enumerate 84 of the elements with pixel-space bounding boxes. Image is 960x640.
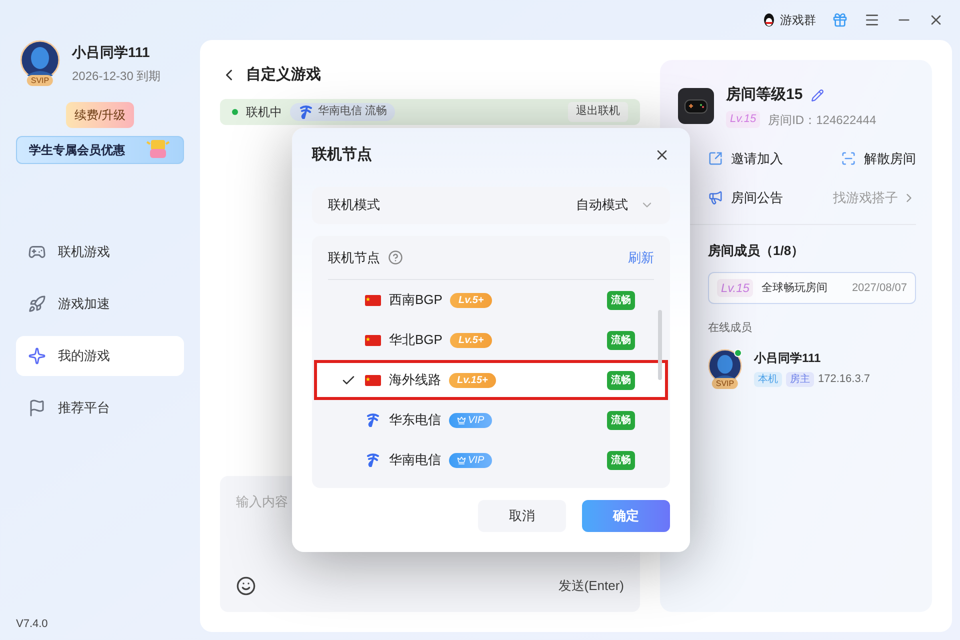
edit-icon[interactable] xyxy=(810,88,824,102)
members-title: 房间成员（1/8） xyxy=(707,242,806,260)
send-button[interactable]: 发送(Enter) xyxy=(558,576,624,596)
help-icon[interactable] xyxy=(388,250,403,265)
node-name: 华北BGP xyxy=(389,331,442,350)
level-badge: Lv.5+ xyxy=(450,332,492,348)
status-text: 联机中 xyxy=(246,104,282,120)
svip-badge: SVIP xyxy=(26,75,54,86)
plan-date: 2027/08/07 xyxy=(852,280,907,296)
exit-button[interactable]: 退出联机 xyxy=(568,102,628,122)
scan-icon xyxy=(841,150,856,166)
page-title: 自定义游戏 xyxy=(246,65,321,85)
renew-button[interactable]: 续费/升级 xyxy=(66,102,134,128)
node-row[interactable]: 华东电信 VIP 流畅 xyxy=(314,400,668,440)
node-chip-text: 华南电信 流畅 xyxy=(318,104,388,120)
gamepad-icon xyxy=(678,88,714,124)
dialog-title: 联机节点 xyxy=(312,145,372,165)
member-tag: 房主 xyxy=(786,372,814,387)
level-badge: Lv.5+ xyxy=(450,292,492,308)
member-ip: 172.16.3.7 xyxy=(818,372,870,388)
node-name: 华东电信 xyxy=(389,411,441,430)
user-name: 小吕同学111 xyxy=(72,42,151,62)
nav-item[interactable]: 游戏加速 xyxy=(16,284,184,324)
nodes-label: 联机节点 xyxy=(328,248,380,266)
node-name: 海外线路 xyxy=(389,371,441,390)
telecom-icon xyxy=(365,412,381,428)
mode-select[interactable]: 联机模式 自动模式 xyxy=(312,186,670,224)
plan-level: Lv.15 xyxy=(717,279,754,297)
crown-icon xyxy=(457,456,466,464)
invite-link[interactable]: 邀请加入 xyxy=(731,148,783,168)
mode-value: 自动模式 xyxy=(576,196,628,214)
node-row[interactable]: 西南BGP Lv.5+ 流畅 xyxy=(314,280,668,320)
nav-icon xyxy=(28,347,46,365)
scrollbar xyxy=(658,310,662,380)
status-tag: 流畅 xyxy=(607,330,635,350)
node-row[interactable]: 华北BGP Lv.5+ 流畅 xyxy=(314,320,668,360)
status-tag: 流畅 xyxy=(607,410,635,430)
telecom-icon xyxy=(298,104,314,120)
announcement-label: 房间公告 xyxy=(731,189,783,207)
room-id: 房间ID：124622444 xyxy=(768,112,876,128)
flag-icon xyxy=(365,374,381,386)
nav-icon xyxy=(28,295,46,313)
megaphone-icon xyxy=(708,190,723,206)
promo-text: 学生专属会员优惠 xyxy=(29,142,125,159)
plan-name: 全球畅玩房间 xyxy=(761,280,828,296)
status-tag: 流畅 xyxy=(607,450,635,470)
level-badge: Lv.15 xyxy=(726,111,760,128)
nav-icon xyxy=(28,243,46,261)
node-row[interactable]: 华南电信 VIP 流畅 xyxy=(314,440,668,480)
member-tag: 本机 xyxy=(754,372,782,387)
group-link[interactable]: 游戏群 xyxy=(780,11,816,29)
nav-item[interactable]: 联机游戏 xyxy=(16,232,184,272)
promo-banner[interactable]: 学生专属会员优惠 xyxy=(16,136,184,164)
node-row[interactable]: 海外线路 Lv.15+ 流畅 xyxy=(314,360,668,400)
expiry-date: 2026-12-30 到期 xyxy=(72,68,161,84)
cancel-button[interactable]: 取消 xyxy=(478,500,566,532)
disband-link[interactable]: 解散房间 xyxy=(864,148,916,168)
status-tag: 流畅 xyxy=(607,290,635,310)
level-badge: Lv.15+ xyxy=(449,372,496,388)
vip-text: VIP xyxy=(468,454,484,468)
svip-badge: SVIP xyxy=(712,378,738,388)
nav-item[interactable]: 推荐平台 xyxy=(16,388,184,428)
message-input[interactable]: 输入内容 xyxy=(236,492,288,512)
gift-icon[interactable] xyxy=(832,12,848,28)
emoji-icon[interactable] xyxy=(236,576,256,596)
node-name: 华南电信 xyxy=(389,451,441,470)
vip-text: VIP xyxy=(468,414,484,428)
nav-item[interactable]: 我的游戏 xyxy=(16,336,184,376)
nav-icon xyxy=(28,399,46,417)
crown-icon xyxy=(457,416,466,424)
menu-icon[interactable] xyxy=(864,12,880,28)
node-name: 西南BGP xyxy=(389,291,442,310)
flag-icon xyxy=(365,294,381,306)
flag-icon xyxy=(365,334,381,346)
plan-card[interactable]: Lv.15 全球畅玩房间 2027/08/07 xyxy=(708,272,916,304)
version-label: V7.4.0 xyxy=(16,616,49,632)
status-tag: 流畅 xyxy=(607,370,635,390)
penguin-icon[interactable] xyxy=(762,12,776,28)
refresh-link[interactable]: 刷新 xyxy=(628,248,654,267)
telecom-icon xyxy=(365,452,381,468)
share-icon xyxy=(708,150,723,166)
member-name: 小吕同学111 xyxy=(754,350,822,368)
room-name: 房间等级15 xyxy=(726,85,803,105)
online-title: 在线成员 xyxy=(707,321,753,336)
